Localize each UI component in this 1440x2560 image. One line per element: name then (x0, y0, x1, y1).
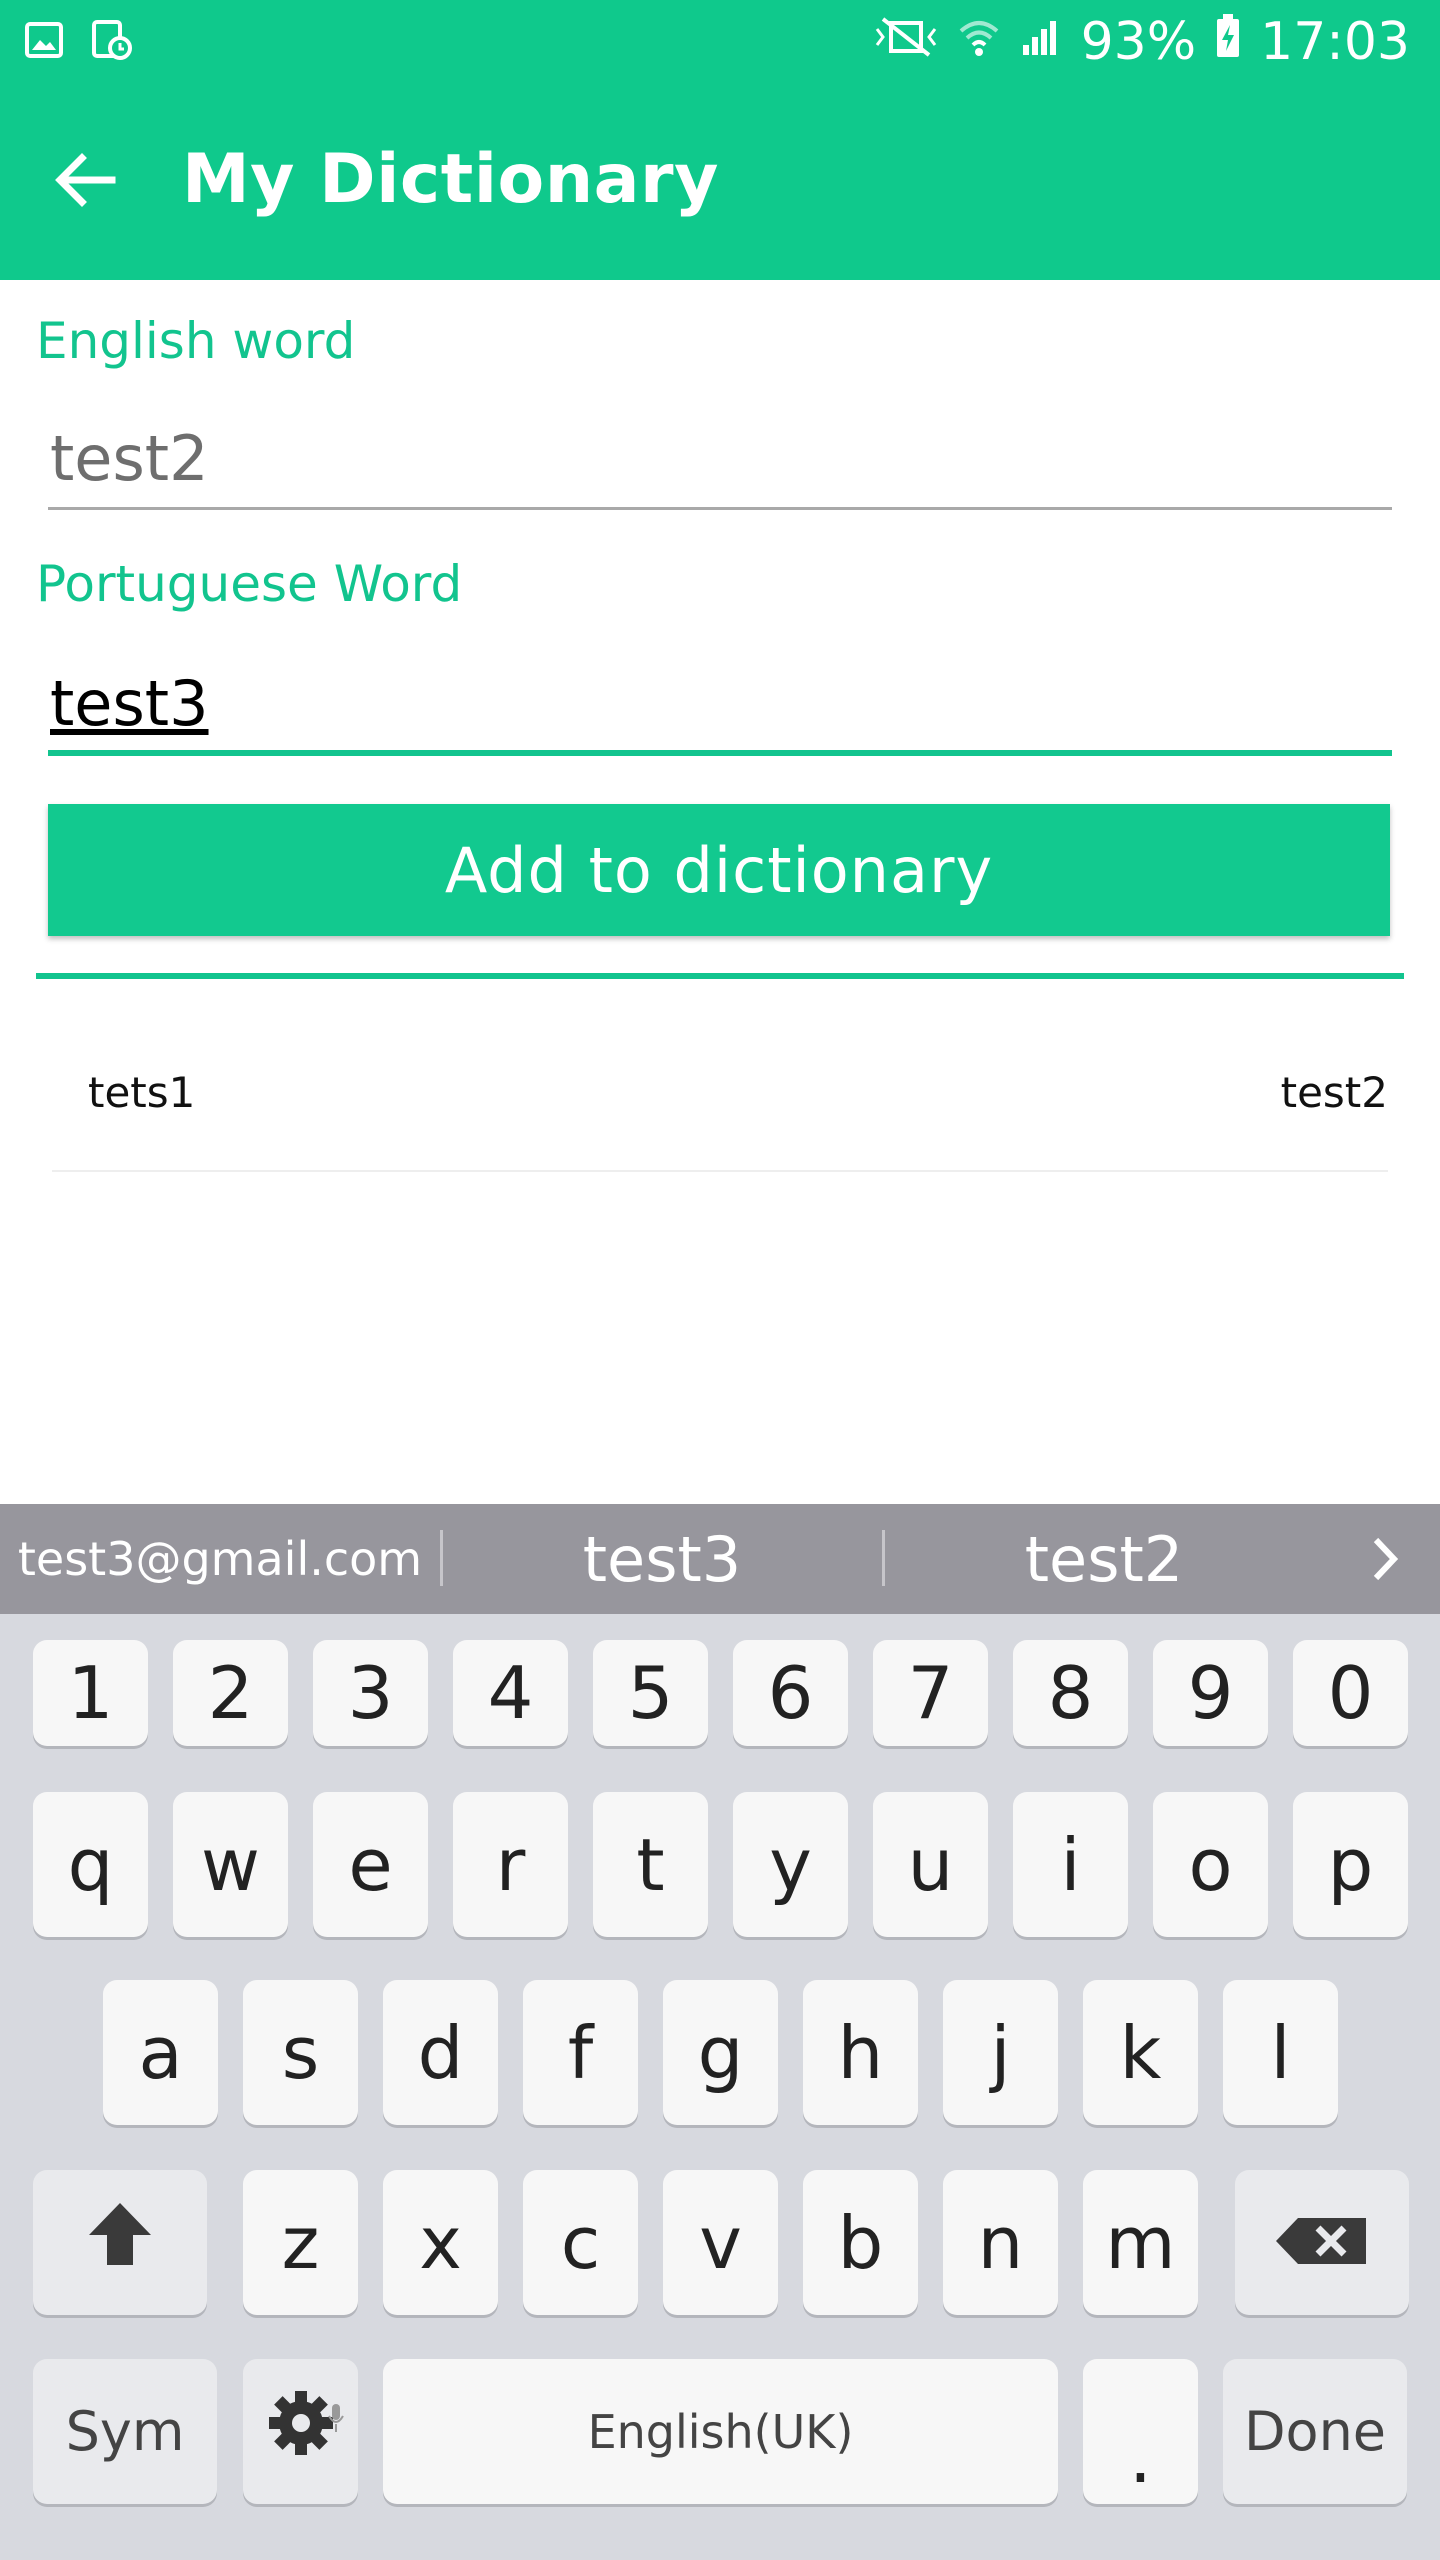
key-x[interactable]: x (383, 2170, 498, 2315)
key-8[interactable]: 8 (1013, 1640, 1128, 1746)
signal-icon (1019, 12, 1063, 72)
suggestion-1[interactable]: test3@gmail.com (0, 1504, 440, 1614)
shift-key[interactable] (33, 2170, 207, 2315)
backspace-key[interactable] (1235, 2170, 1409, 2315)
key-k[interactable]: k (1083, 1980, 1198, 2125)
key-i[interactable]: i (1013, 1792, 1128, 1937)
app-bar: My Dictionary (0, 84, 1440, 280)
mute-icon (873, 12, 939, 72)
soft-keyboard: test3@gmail.com test3 test2 1 2 3 4 5 6 … (0, 1504, 1440, 2560)
back-button[interactable] (40, 142, 130, 222)
divider (36, 973, 1404, 979)
wifi-icon (957, 12, 1001, 72)
key-d[interactable]: d (383, 1980, 498, 2125)
key-c[interactable]: c (523, 2170, 638, 2315)
key-s[interactable]: s (243, 1980, 358, 2125)
key-7[interactable]: 7 (873, 1640, 988, 1746)
key-5[interactable]: 5 (593, 1640, 708, 1746)
suggestion-3[interactable]: test2 (884, 1504, 1324, 1614)
status-bar: 93% 17:03 (0, 0, 1440, 84)
battery-percentage: 93% (1080, 12, 1197, 72)
battery-charging-icon (1214, 12, 1242, 72)
key-f[interactable]: f (523, 1980, 638, 2125)
gallery-icon (24, 18, 64, 62)
key-9[interactable]: 9 (1153, 1640, 1268, 1746)
settings-key[interactable] (243, 2359, 358, 2504)
key-y[interactable]: y (733, 1792, 848, 1937)
shift-arrow-icon (85, 2199, 155, 2286)
portuguese-word-label: Portuguese Word (36, 555, 463, 613)
key-o[interactable]: o (1153, 1792, 1268, 1937)
key-g[interactable]: g (663, 1980, 778, 2125)
sym-key[interactable]: Sym (33, 2359, 217, 2504)
english-word-input[interactable] (48, 410, 1392, 510)
key-3[interactable]: 3 (313, 1640, 428, 1746)
key-1[interactable]: 1 (33, 1640, 148, 1746)
key-0[interactable]: 0 (1293, 1640, 1408, 1746)
key-6[interactable]: 6 (733, 1640, 848, 1746)
space-bar[interactable]: English(UK) (383, 2359, 1058, 2504)
microphone-icon (326, 2367, 346, 2451)
key-z[interactable]: z (243, 2170, 358, 2315)
key-b[interactable]: b (803, 2170, 918, 2315)
clock: 17:03 (1260, 12, 1410, 72)
period-key[interactable]: . (1083, 2359, 1198, 2504)
key-h[interactable]: h (803, 1980, 918, 2125)
chevron-right-icon[interactable] (1360, 1534, 1410, 1584)
key-q[interactable]: q (33, 1792, 148, 1937)
key-u[interactable]: u (873, 1792, 988, 1937)
key-r[interactable]: r (453, 1792, 568, 1937)
key-t[interactable]: t (593, 1792, 708, 1937)
key-v[interactable]: v (663, 2170, 778, 2315)
key-p[interactable]: p (1293, 1792, 1408, 1937)
backspace-icon (1274, 2201, 1370, 2285)
key-w[interactable]: w (173, 1792, 288, 1937)
key-j[interactable]: j (943, 1980, 1058, 2125)
suggestion-bar: test3@gmail.com test3 test2 (0, 1504, 1440, 1614)
done-key[interactable]: Done (1223, 2359, 1407, 2504)
portuguese-word-input[interactable] (48, 656, 1392, 756)
key-a[interactable]: a (103, 1980, 218, 2125)
screenshot-icon (90, 18, 132, 62)
key-n[interactable]: n (943, 2170, 1058, 2315)
entry-english: tets1 (88, 1068, 196, 1117)
key-m[interactable]: m (1083, 2170, 1198, 2315)
dictionary-row[interactable]: tets1 test2 (52, 1040, 1388, 1172)
english-word-label: English word (36, 312, 356, 370)
add-to-dictionary-button[interactable]: Add to dictionary (48, 804, 1390, 936)
entry-portuguese: test2 (1280, 1068, 1388, 1117)
key-4[interactable]: 4 (453, 1640, 568, 1746)
suggestion-2[interactable]: test3 (442, 1504, 882, 1614)
key-e[interactable]: e (313, 1792, 428, 1937)
arrow-back-icon (54, 152, 116, 213)
key-l[interactable]: l (1223, 1980, 1338, 2125)
key-2[interactable]: 2 (173, 1640, 288, 1746)
page-title: My Dictionary (182, 140, 719, 219)
